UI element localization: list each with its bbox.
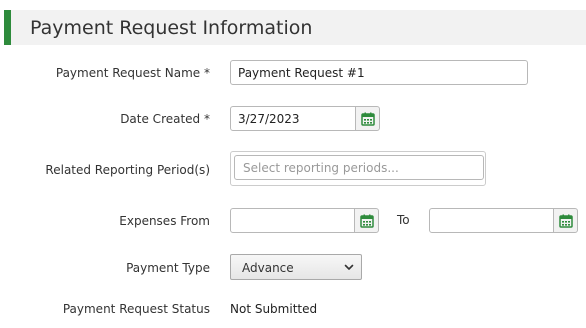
payment-request-name-input[interactable]: [230, 60, 528, 85]
payment-request-name-label: Payment Request Name *: [55, 66, 210, 80]
calendar-icon: [558, 214, 573, 228]
payment-type-label: Payment Type: [126, 261, 210, 275]
expenses-to-input[interactable]: [429, 208, 554, 233]
expenses-from-input[interactable]: [230, 208, 355, 233]
section-title: Payment Request Information: [30, 17, 313, 39]
expenses-from-calendar-button[interactable]: [354, 208, 379, 233]
reporting-periods-container: [230, 151, 486, 186]
chevron-down-icon: [344, 264, 354, 270]
payment-type-value: Advance: [242, 261, 294, 275]
expenses-from-label: Expenses From: [119, 214, 210, 228]
date-created-label: Date Created *: [120, 112, 210, 126]
calendar-icon: [359, 214, 374, 228]
expenses-to-calendar-button[interactable]: [553, 208, 578, 233]
expenses-to-label: To: [397, 213, 410, 227]
reporting-periods-input[interactable]: [234, 155, 484, 180]
calendar-icon: [360, 112, 375, 126]
date-created-calendar-button[interactable]: [355, 106, 380, 131]
payment-request-status-value: Not Submitted: [230, 302, 318, 316]
payment-request-status-label: Payment Request Status: [62, 302, 210, 316]
section-header: Payment Request Information: [4, 10, 586, 45]
date-created-input[interactable]: [230, 106, 356, 131]
reporting-periods-label: Related Reporting Period(s): [45, 163, 210, 177]
payment-type-select[interactable]: Advance: [230, 254, 362, 280]
